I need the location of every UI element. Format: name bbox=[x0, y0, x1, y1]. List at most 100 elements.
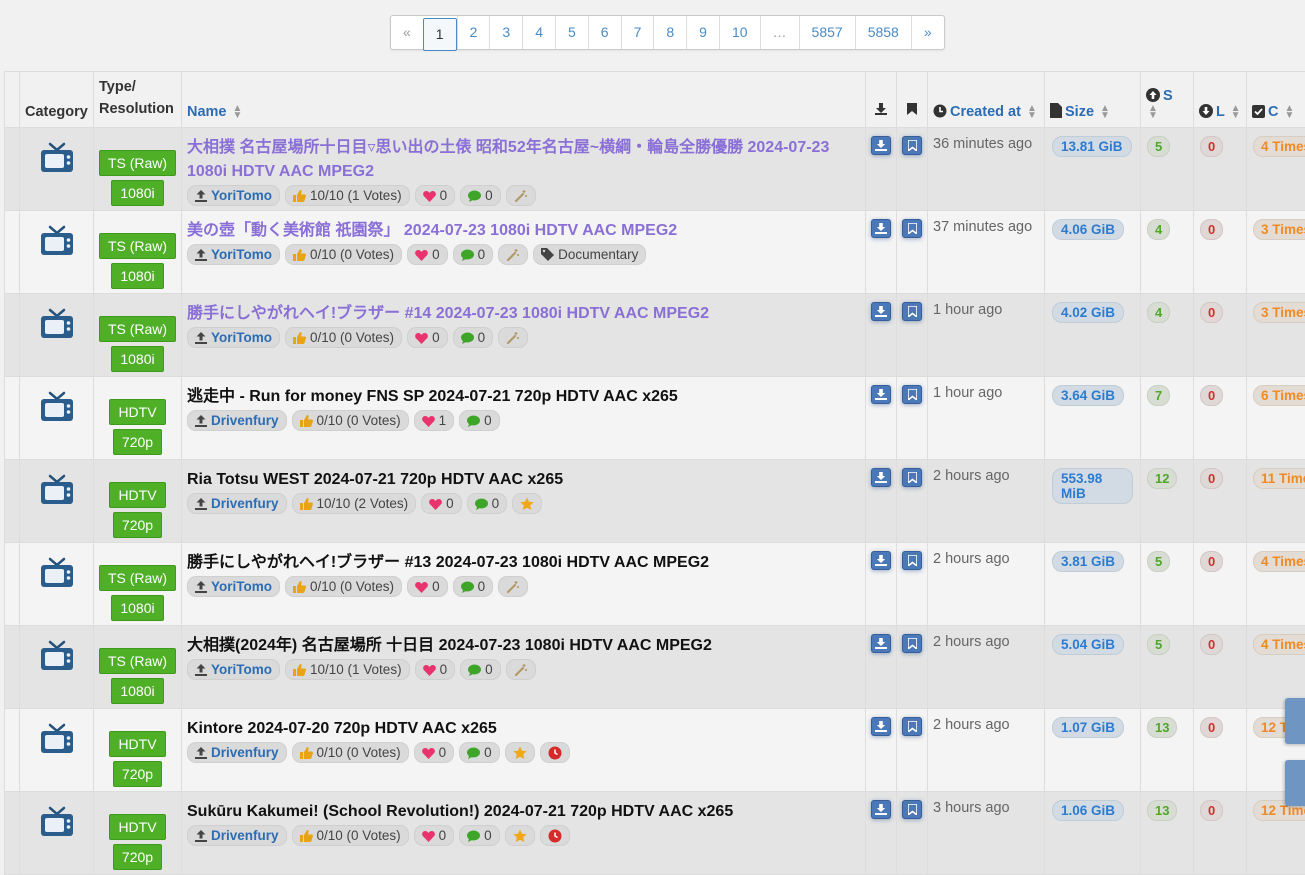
page-link[interactable]: 10 bbox=[719, 16, 760, 49]
leechers-badge[interactable]: 0 bbox=[1200, 302, 1223, 323]
comments-chip[interactable]: 0 bbox=[467, 493, 508, 514]
torrent-name-link[interactable]: 美の壺「動く美術館 祇園祭」 2024-07-23 1080i HDTV AAC… bbox=[187, 219, 860, 243]
uploader-chip[interactable]: Drivenfury bbox=[187, 742, 287, 763]
type-badge[interactable]: TS (Raw) bbox=[99, 648, 176, 674]
torrent-name-link[interactable]: 大相撲(2024年) 名古屋場所 十日目 2024-07-23 1080i HD… bbox=[187, 634, 860, 658]
download-button[interactable] bbox=[871, 717, 891, 736]
download-button[interactable] bbox=[871, 219, 891, 238]
type-badge[interactable]: HDTV bbox=[109, 399, 165, 425]
leechers-badge[interactable]: 0 bbox=[1200, 468, 1223, 489]
comments-chip[interactable]: 0 bbox=[453, 244, 494, 265]
leechers-badge[interactable]: 0 bbox=[1200, 219, 1223, 240]
header-size[interactable]: Size ▲▼ bbox=[1045, 72, 1141, 128]
header-completed[interactable]: C ▲▼ bbox=[1247, 72, 1305, 128]
uploader-chip[interactable]: YoriTomo bbox=[187, 576, 280, 597]
seeders-badge[interactable]: 13 bbox=[1147, 800, 1177, 821]
leechers-badge[interactable]: 0 bbox=[1200, 634, 1223, 655]
seeders-badge[interactable]: 7 bbox=[1147, 385, 1170, 406]
category-cell[interactable] bbox=[20, 792, 94, 875]
completed-badge[interactable]: 4 Times bbox=[1253, 136, 1305, 157]
seeders-badge[interactable]: 4 bbox=[1147, 302, 1170, 323]
type-badge[interactable]: HDTV bbox=[109, 731, 165, 757]
bookmark-button[interactable] bbox=[902, 634, 922, 653]
uploader-chip[interactable]: YoriTomo bbox=[187, 185, 280, 206]
category-cell[interactable] bbox=[20, 709, 94, 792]
type-badge[interactable]: HDTV bbox=[109, 814, 165, 840]
page-link[interactable]: 5858 bbox=[855, 16, 911, 49]
seeders-badge[interactable]: 12 bbox=[1147, 468, 1177, 489]
completed-badge[interactable]: 11 Times bbox=[1253, 468, 1305, 489]
download-button[interactable] bbox=[871, 136, 891, 155]
page-link[interactable]: … bbox=[760, 16, 799, 49]
type-badge[interactable]: TS (Raw) bbox=[99, 150, 176, 176]
bookmark-button[interactable] bbox=[902, 136, 922, 155]
tag-chip[interactable]: Documentary bbox=[533, 244, 646, 265]
page-link[interactable]: « bbox=[391, 16, 423, 49]
page-link[interactable]: 6 bbox=[588, 16, 621, 49]
tv-icon[interactable] bbox=[20, 142, 93, 177]
tv-icon[interactable] bbox=[20, 806, 93, 841]
header-name[interactable]: Name ▲▼ bbox=[182, 72, 866, 128]
page-link[interactable]: 2 bbox=[457, 16, 490, 49]
torrent-name-link[interactable]: 逃走中 - Run for money FNS SP 2024-07-21 72… bbox=[187, 385, 860, 409]
bookmark-button[interactable] bbox=[902, 302, 922, 321]
page-link[interactable]: 9 bbox=[686, 16, 719, 49]
page-link[interactable]: 7 bbox=[621, 16, 654, 49]
uploader-name[interactable]: Drivenfury bbox=[211, 494, 279, 513]
comments-chip[interactable]: 0 bbox=[453, 576, 494, 597]
torrent-name-link[interactable]: 勝手にしやがれヘイ!ブラザー #14 2024-07-23 1080i HDTV… bbox=[187, 302, 860, 326]
download-button[interactable] bbox=[871, 468, 891, 487]
seeders-badge[interactable]: 13 bbox=[1147, 717, 1177, 738]
category-cell[interactable] bbox=[20, 128, 94, 211]
completed-badge[interactable]: 3 Times bbox=[1253, 219, 1305, 240]
tv-icon[interactable] bbox=[20, 225, 93, 260]
resolution-badge[interactable]: 720p bbox=[113, 429, 162, 455]
leechers-badge[interactable]: 0 bbox=[1200, 136, 1223, 157]
side-scroll-widget[interactable] bbox=[1285, 760, 1305, 806]
uploader-name[interactable]: YoriTomo bbox=[211, 328, 272, 347]
seeders-badge[interactable]: 4 bbox=[1147, 219, 1170, 240]
torrent-name-link[interactable]: Ria Totsu WEST 2024-07-21 720p HDTV AAC … bbox=[187, 468, 860, 492]
leechers-badge[interactable]: 0 bbox=[1200, 551, 1223, 572]
resolution-badge[interactable]: 720p bbox=[113, 512, 162, 538]
comments-chip[interactable]: 0 bbox=[460, 185, 501, 206]
resolution-badge[interactable]: 1080i bbox=[111, 180, 163, 206]
category-cell[interactable] bbox=[20, 294, 94, 377]
type-badge[interactable]: TS (Raw) bbox=[99, 233, 176, 259]
resolution-badge[interactable]: 1080i bbox=[111, 595, 163, 621]
side-scroll-widget[interactable] bbox=[1285, 698, 1305, 744]
page-link[interactable]: 8 bbox=[653, 16, 686, 49]
leechers-badge[interactable]: 0 bbox=[1200, 717, 1223, 738]
header-seeders[interactable]: S ▲▼ bbox=[1141, 72, 1194, 128]
resolution-badge[interactable]: 1080i bbox=[111, 263, 163, 289]
leechers-badge[interactable]: 0 bbox=[1200, 385, 1223, 406]
comments-chip[interactable]: 0 bbox=[459, 825, 500, 846]
tv-icon[interactable] bbox=[20, 557, 93, 592]
uploader-chip[interactable]: YoriTomo bbox=[187, 327, 280, 348]
page-link[interactable]: 4 bbox=[522, 16, 555, 49]
uploader-name[interactable]: YoriTomo bbox=[211, 245, 272, 264]
seeders-badge[interactable]: 5 bbox=[1147, 136, 1170, 157]
bookmark-button[interactable] bbox=[902, 551, 922, 570]
uploader-chip[interactable]: YoriTomo bbox=[187, 244, 280, 265]
category-cell[interactable] bbox=[20, 543, 94, 626]
category-cell[interactable] bbox=[20, 211, 94, 294]
torrent-name-link[interactable]: Sukūru Kakumei! (School Revolution!) 202… bbox=[187, 800, 860, 824]
header-created-at[interactable]: Created at ▲▼ bbox=[928, 72, 1045, 128]
download-button[interactable] bbox=[871, 551, 891, 570]
comments-chip[interactable]: 0 bbox=[459, 742, 500, 763]
comments-chip[interactable]: 0 bbox=[460, 659, 501, 680]
page-link-active[interactable]: 1 bbox=[423, 18, 457, 51]
type-badge[interactable]: HDTV bbox=[109, 482, 165, 508]
leechers-badge[interactable]: 0 bbox=[1200, 800, 1223, 821]
bookmark-button[interactable] bbox=[902, 468, 922, 487]
download-button[interactable] bbox=[871, 634, 891, 653]
bookmark-button[interactable] bbox=[902, 385, 922, 404]
completed-badge[interactable]: 6 Times bbox=[1253, 385, 1305, 406]
download-button[interactable] bbox=[871, 385, 891, 404]
category-cell[interactable] bbox=[20, 460, 94, 543]
completed-badge[interactable]: 3 Times bbox=[1253, 302, 1305, 323]
uploader-name[interactable]: YoriTomo bbox=[211, 660, 272, 679]
page-link[interactable]: 3 bbox=[489, 16, 522, 49]
uploader-name[interactable]: YoriTomo bbox=[211, 577, 272, 596]
